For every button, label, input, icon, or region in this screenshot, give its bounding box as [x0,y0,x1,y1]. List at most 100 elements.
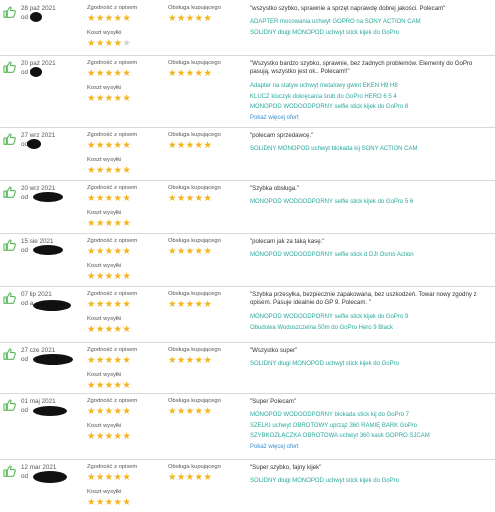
review-row: 07 lip 2021 od a Zgodność z opisem ★★★★★ Kos… [0,286,495,342]
star-filled-icon: ★ [176,299,186,310]
redacted-username [33,406,67,416]
purchased-items: MONOPOD WODOODPORNY blokada stick kij do… [250,410,492,452]
star-filled-icon: ★ [203,140,213,151]
review-comment: "Szybka przesyłka, bezpiecznie zapakowan… [250,291,477,307]
buyer-service-rating: ★★★★★ [168,247,212,257]
review-date: 07 lip 2021 [21,291,52,298]
buyer-service-label: Obsługa kupującego [168,185,221,191]
buyer-service-label: Obsługa kupującego [168,60,221,66]
star-filled-icon: ★ [113,324,123,335]
review-date: 20 wrz 2021 [21,185,56,192]
reviewer-name: od [21,473,29,480]
buyer-service-label: Obsługa kupującego [168,132,221,138]
shipping-cost-label: Koszt wysyłki [87,423,122,429]
item-description-label: Zgodność z opisem [87,132,138,138]
star-filled-icon: ★ [122,431,132,442]
star-filled-icon: ★ [113,472,123,483]
review-comment: "Super szybko, fajny kijek" [250,464,322,471]
review-date: 27 cze 2021 [21,347,56,354]
reviewer-name: od [21,407,29,414]
purchased-item-link[interactable]: MONOPOD WODOODPORNY selfie stick kijek d… [250,312,492,323]
purchased-item-link[interactable]: SOLIDNY MONOPOD uchwyt blokada kij SONY … [250,144,492,155]
row-divider [0,180,495,181]
item-description-rating: ★★★★★ [87,407,131,417]
purchased-item-link[interactable]: MONOPOD WODOODPORNY selfie stick kijek d… [250,102,492,113]
purchased-item-link[interactable]: ADAPTER mocowania uchwyt GOPRO na SONY A… [250,17,492,28]
shipping-cost-label: Koszt wysyłki [87,489,122,495]
reviewer-name: od [21,247,29,254]
buyer-service-label: Obsługa kupującego [168,347,221,353]
shipping-cost-rating: ★★★★★ [87,94,131,104]
star-filled-icon: ★ [194,299,204,310]
star-filled-icon: ★ [203,355,213,366]
purchased-item-link[interactable]: SOLIDNY długi MONOPOD uchwyt stick kijek… [250,476,492,487]
buyer-service-rating: ★★★★★ [168,473,212,483]
purchased-item-link[interactable]: KLUCZ kluczyk dokręcania śrub do GoPro H… [250,92,492,103]
star-filled-icon: ★ [113,431,123,442]
row-divider [0,393,495,394]
purchased-item-link[interactable]: SZELKI uchwyt OBROTOWY uprząż 360 RAMIĘ … [250,421,492,432]
purchased-item-link[interactable]: MONOPOD WODOODPORNY blokada stick kij do… [250,410,492,421]
star-filled-icon: ★ [95,472,105,483]
star-filled-icon: ★ [87,246,96,257]
shipping-cost-label: Koszt wysyłki [87,85,122,91]
star-filled-icon: ★ [95,355,105,366]
star-filled-icon: ★ [113,165,123,176]
star-filled-icon: ★ [168,246,177,257]
star-filled-icon: ★ [113,38,123,49]
star-filled-icon: ★ [203,406,213,417]
buyer-service-rating: ★★★★★ [168,14,212,24]
star-filled-icon: ★ [113,68,123,79]
review-comment: "polecam sprzedawcę." [250,132,314,139]
star-filled-icon: ★ [122,93,132,104]
show-more-offers-link[interactable]: Pokaż więcej ofert [250,442,492,453]
star-filled-icon: ★ [168,13,177,24]
star-filled-icon: ★ [95,271,105,282]
purchased-items: SOLIDNY MONOPOD uchwyt blokada kij SONY … [250,144,492,155]
star-filled-icon: ★ [87,406,96,417]
purchased-item-link[interactable]: SOLIDNY długi MONOPOD uchwyt stick kijek… [250,359,492,370]
shipping-cost-label: Koszt wysyłki [87,372,122,378]
shipping-cost-rating: ★★★★★ [87,381,131,391]
star-filled-icon: ★ [168,193,177,204]
star-filled-icon: ★ [122,497,132,508]
thumbs-up-icon [3,133,16,145]
star-filled-icon: ★ [87,324,96,335]
star-filled-icon: ★ [203,299,213,310]
star-filled-icon: ★ [113,13,123,24]
purchased-items: SOLIDNY długi MONOPOD uchwyt stick kijek… [250,359,492,370]
purchased-item-link[interactable]: SZYBKOZŁĄCZKA OBROTOWA uchwyt 360 kask G… [250,431,492,442]
star-filled-icon: ★ [122,165,132,176]
review-date: 15 sie 2021 [21,238,54,245]
star-filled-icon: ★ [122,380,132,391]
shipping-cost-rating: ★★★★★ [87,498,131,508]
star-filled-icon: ★ [194,193,204,204]
review-date: 28 paź 2021 [21,5,56,12]
star-filled-icon: ★ [113,93,123,104]
buyer-service-rating: ★★★★★ [168,194,212,204]
row-divider [0,233,495,234]
star-filled-icon: ★ [95,299,105,310]
star-filled-icon: ★ [95,380,105,391]
item-description-label: Zgodność z opisem [87,464,138,470]
purchased-item-link[interactable]: MONOPOD WODOODPORNY selfie stick kijek d… [250,197,492,208]
purchased-item-link[interactable]: SOLIDNY długi MONOPOD uchwyt stick kijek… [250,28,492,39]
star-filled-icon: ★ [95,193,105,204]
star-filled-icon: ★ [194,472,204,483]
item-description-label: Zgodność z opisem [87,5,138,11]
item-description-rating: ★★★★★ [87,247,131,257]
purchased-item-link[interactable]: Obudowa Wodoszczelna 50m do GoPro Hero 9… [250,323,492,334]
star-filled-icon: ★ [194,68,204,79]
star-filled-icon: ★ [87,93,96,104]
purchased-item-link[interactable]: Adapter na statyw uchwyt metalowy gwint … [250,81,492,92]
show-more-offers-link[interactable]: Pokaż więcej ofert [250,113,492,124]
shipping-cost-rating: ★★★★★ [87,166,131,176]
purchased-item-link[interactable]: MONOPOD WODOODPORNY selfie stick d DJI O… [250,250,492,261]
star-filled-icon: ★ [168,299,177,310]
shipping-cost-rating: ★★★★★ [87,39,131,49]
star-filled-icon: ★ [87,271,96,282]
star-filled-icon: ★ [168,472,177,483]
buyer-service-label: Obsługa kupującego [168,398,221,404]
review-comment: "Wszystko super" [250,347,298,354]
star-filled-icon: ★ [113,406,123,417]
